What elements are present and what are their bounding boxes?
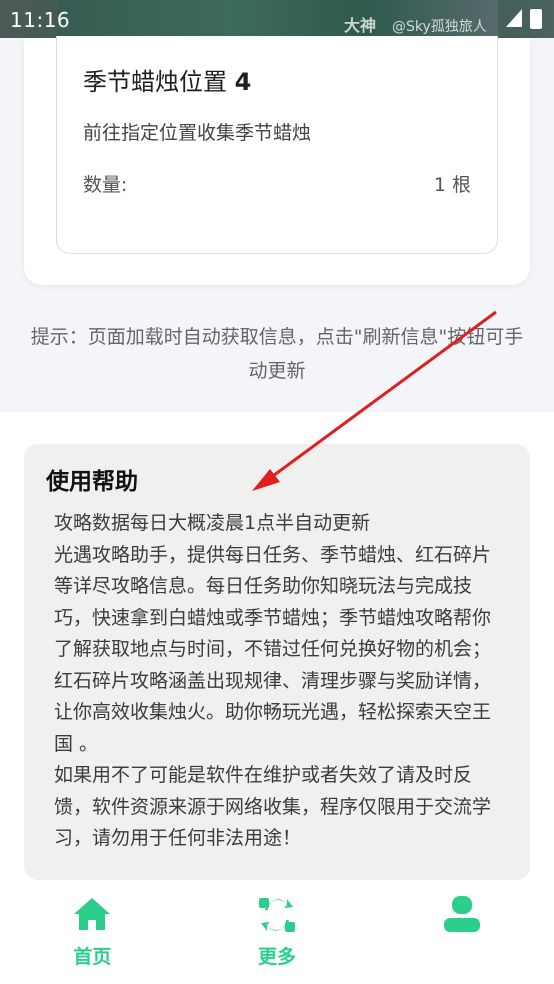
quantity-value: 1 根: [433, 174, 471, 196]
user-icon: [443, 896, 480, 932]
task-title-text: 季节蜡烛位置: [83, 68, 227, 96]
help-paragraph: 如果用不了可能是软件在维护或者失效了请及时反馈，软件资源来源于网络收集，程序仅限…: [54, 764, 492, 849]
nav-home-label: 首页: [73, 946, 112, 968]
quantity-row: 数量: 1 根: [83, 170, 471, 197]
task-description: 前往指定位置收集季节蜡烛: [83, 122, 312, 144]
season-candle-card[interactable]: 季节蜡烛位置 4 前往指定位置收集季节蜡烛 数量: 1 根: [56, 36, 498, 254]
task-title: 季节蜡烛位置 4: [83, 62, 251, 97]
status-time: 11:16: [10, 8, 71, 32]
signal-icon: [506, 9, 522, 27]
help-paragraph: 光遇攻略助手，提供每日任务、季节蜡烛、红石碎片等详尽攻略信息。每日任务助你知晓玩…: [54, 543, 492, 755]
home-icon: [74, 898, 111, 930]
nav-more-label: 更多: [258, 946, 297, 968]
refresh-icon: [259, 898, 295, 932]
top-section: 季节蜡烛位置 4 前往指定位置收集季节蜡烛 数量: 1 根 提示：页面加载时自动…: [0, 36, 554, 412]
nav-profile[interactable]: [369, 880, 554, 984]
bottom-nav: 首页 更多: [0, 880, 554, 984]
watermark: 大神 @Sky孤独旅人: [344, 12, 487, 36]
status-icons: [506, 9, 542, 29]
battery-icon: [530, 9, 542, 29]
nav-home[interactable]: 首页: [0, 880, 185, 984]
quantity-label: 数量:: [83, 174, 128, 196]
help-title: 使用帮助: [46, 469, 138, 495]
help-paragraph: 攻略数据每日大概凌晨1点半自动更新: [54, 512, 371, 534]
help-card: 使用帮助 攻略数据每日大概凌晨1点半自动更新 光遇攻略助手，提供每日任务、季节蜡…: [24, 444, 530, 880]
refresh-hint: 提示：页面加载时自动获取信息，点击"刷新信息"按钮可手动更新: [30, 326, 524, 382]
help-body: 攻略数据每日大概凌晨1点半自动更新 光遇攻略助手，提供每日任务、季节蜡烛、红石碎…: [54, 508, 494, 855]
watermark-user: @Sky孤独旅人: [392, 19, 487, 35]
status-bar: 11:16 大神 @Sky孤独旅人: [0, 0, 554, 38]
task-title-number: 4: [234, 68, 252, 96]
task-card-container: 季节蜡烛位置 4 前往指定位置收集季节蜡烛 数量: 1 根: [24, 36, 530, 285]
watermark-brand: 大神: [344, 16, 377, 35]
nav-more[interactable]: 更多: [185, 880, 370, 984]
